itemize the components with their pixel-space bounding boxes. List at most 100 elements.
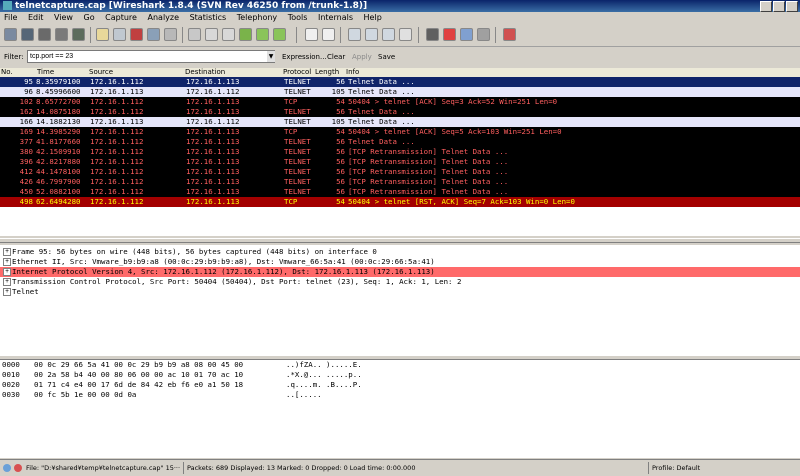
packet-row[interactable]: 412 44.1478100 172.16.1.112 172.16.1.113 TEL… bbox=[0, 167, 800, 177]
auto-scroll-icon[interactable] bbox=[322, 28, 335, 41]
menu-tools[interactable]: Tools bbox=[288, 13, 308, 22]
packet-info: 50404 > telnet [RST, ACK] Seq=7 Ack=103 … bbox=[348, 197, 575, 206]
detail-row[interactable]: + Transmission Control Protocol, Src Port… bbox=[0, 277, 800, 287]
close-button[interactable] bbox=[786, 1, 798, 12]
menu-view[interactable]: View bbox=[54, 13, 73, 22]
close-file-icon[interactable] bbox=[130, 28, 143, 41]
status-profile[interactable]: Profile: Default bbox=[652, 460, 700, 476]
column-header-info[interactable]: Info bbox=[346, 68, 359, 77]
packet-row[interactable]: 95 8.35979100 172.16.1.112 172.16.1.113 TELN… bbox=[0, 77, 800, 87]
packet-row[interactable]: 450 52.0882100 172.16.1.112 172.16.1.113 TEL… bbox=[0, 187, 800, 197]
column-header-protocol[interactable]: Protocol bbox=[283, 68, 311, 77]
menu-file[interactable]: File bbox=[4, 13, 17, 22]
packet-info: [TCP Retransmission] Telnet Data ... bbox=[348, 157, 509, 166]
hex-ascii: ..[..... bbox=[286, 390, 322, 399]
column-header-no[interactable]: No. bbox=[1, 68, 13, 77]
open-file-icon[interactable] bbox=[96, 28, 109, 41]
reload-icon[interactable] bbox=[147, 28, 160, 41]
packet-no: 169 bbox=[19, 127, 33, 136]
go-forward-icon[interactable] bbox=[222, 28, 235, 41]
packet-row[interactable]: 377 41.8177660 172.16.1.112 172.16.1.113 TEL… bbox=[0, 137, 800, 147]
detail-row[interactable]: + Frame 95: 56 bytes on wire (448 bits), … bbox=[0, 247, 800, 257]
detail-text: Transmission Control Protocol, Src Port:… bbox=[12, 277, 462, 286]
column-header-source[interactable]: Source bbox=[89, 68, 113, 77]
preferences-icon[interactable] bbox=[477, 28, 490, 41]
expand-icon[interactable]: + bbox=[3, 258, 11, 266]
go-to-packet-icon[interactable] bbox=[239, 28, 252, 41]
packet-protocol: TELNET bbox=[284, 177, 311, 186]
packet-row[interactable]: 169 14.3985290 172.16.1.112 172.16.1.113 TCP… bbox=[0, 127, 800, 137]
packet-protocol: TELNET bbox=[284, 147, 311, 156]
packet-protocol: TCP bbox=[284, 97, 298, 106]
options-icon[interactable] bbox=[21, 28, 34, 41]
interfaces-icon[interactable] bbox=[4, 28, 17, 41]
menu-go[interactable]: Go bbox=[84, 13, 95, 22]
packet-source: 172.16.1.112 bbox=[90, 127, 144, 136]
column-header-time[interactable]: Time bbox=[37, 68, 54, 77]
detail-row[interactable]: + Telnet bbox=[0, 287, 800, 297]
coloring-rules-icon[interactable] bbox=[460, 28, 473, 41]
menu-internals[interactable]: Internals bbox=[318, 13, 353, 22]
expand-icon[interactable]: + bbox=[3, 288, 11, 296]
zoom-in-icon[interactable] bbox=[348, 28, 361, 41]
colorize-icon[interactable] bbox=[305, 28, 318, 41]
resize-columns-icon[interactable] bbox=[399, 28, 412, 41]
packet-protocol: TELNET bbox=[284, 107, 311, 116]
stop-capture-icon[interactable] bbox=[55, 28, 68, 41]
zoom-out-icon[interactable] bbox=[365, 28, 378, 41]
packet-row[interactable]: 396 42.8217880 172.16.1.112 172.16.1.113 TEL… bbox=[0, 157, 800, 167]
expand-icon[interactable]: + bbox=[3, 268, 11, 276]
go-first-icon[interactable] bbox=[256, 28, 269, 41]
packet-info: [TCP Retransmission] Telnet Data ... bbox=[348, 167, 509, 176]
capture-comments-icon[interactable] bbox=[14, 464, 22, 472]
hex-offset: 0030 bbox=[2, 390, 20, 399]
packet-info: [TCP Retransmission] Telnet Data ... bbox=[348, 147, 509, 156]
expand-icon[interactable]: + bbox=[3, 248, 11, 256]
capture-filters-icon[interactable] bbox=[426, 28, 439, 41]
menu-capture[interactable]: Capture bbox=[105, 13, 137, 22]
go-back-icon[interactable] bbox=[205, 28, 218, 41]
hex-bytes: 00 fc 5b 1e 00 00 0d 0a bbox=[34, 390, 137, 399]
expand-icon[interactable]: + bbox=[3, 278, 11, 286]
start-capture-icon[interactable] bbox=[38, 28, 51, 41]
detail-row[interactable]: + Internet Protocol Version 4, Src: 172.1… bbox=[0, 267, 800, 277]
packet-row[interactable]: 96 8.45996600 172.16.1.113 172.16.1.112 TELN… bbox=[0, 87, 800, 97]
packet-row[interactable]: 102 8.65772700 172.16.1.112 172.16.1.113 TCP… bbox=[0, 97, 800, 107]
display-filter-input[interactable]: tcp.port == 23 bbox=[27, 50, 275, 63]
packet-row[interactable]: 498 62.6494280 172.16.1.112 172.16.1.113 TCP… bbox=[0, 197, 800, 207]
menu-edit[interactable]: Edit bbox=[28, 13, 44, 22]
go-last-icon[interactable] bbox=[273, 28, 286, 41]
save-file-icon[interactable] bbox=[113, 28, 126, 41]
maximize-button[interactable] bbox=[773, 1, 785, 12]
filter-dropdown-icon[interactable]: ▼ bbox=[267, 51, 275, 62]
menu-telephony[interactable]: Telephony bbox=[237, 13, 277, 22]
menu-bar: File Edit View Go Capture Analyze Statis… bbox=[0, 12, 800, 24]
column-header-length[interactable]: Length bbox=[315, 68, 339, 77]
packet-time: 8.45996600 bbox=[36, 87, 81, 96]
apply-button[interactable]: Apply bbox=[352, 46, 372, 68]
save-button[interactable]: Save bbox=[378, 46, 395, 68]
packet-row[interactable]: 380 42.1509910 172.16.1.112 172.16.1.113 TEL… bbox=[0, 147, 800, 157]
zoom-normal-icon[interactable] bbox=[382, 28, 395, 41]
packet-row[interactable]: 426 46.7997900 172.16.1.112 172.16.1.113 TEL… bbox=[0, 177, 800, 187]
packet-row[interactable]: 166 14.1882130 172.16.1.113 172.16.1.112 TEL… bbox=[0, 117, 800, 127]
menu-statistics[interactable]: Statistics bbox=[190, 13, 227, 22]
display-filters-icon[interactable] bbox=[443, 28, 456, 41]
menu-analyze[interactable]: Analyze bbox=[148, 13, 180, 22]
minimize-button[interactable] bbox=[760, 1, 772, 12]
column-header-destination[interactable]: Destination bbox=[185, 68, 225, 77]
restart-capture-icon[interactable] bbox=[72, 28, 85, 41]
pane-splitter[interactable] bbox=[0, 238, 800, 243]
help-icon[interactable] bbox=[503, 28, 516, 41]
clear-button[interactable]: Clear bbox=[327, 46, 345, 68]
menu-help[interactable]: Help bbox=[364, 13, 382, 22]
expression-button[interactable]: Expression... bbox=[282, 46, 327, 68]
packet-destination: 172.16.1.113 bbox=[186, 167, 240, 176]
packet-bytes-pane: 0000 00 0c 29 66 5a 41 00 0c 29 b9 b9 a8 … bbox=[0, 360, 800, 458]
packet-list: 95 8.35979100 172.16.1.112 172.16.1.113 TELN… bbox=[0, 77, 800, 236]
expert-info-icon[interactable] bbox=[3, 464, 11, 472]
packet-row[interactable]: 162 14.0875180 172.16.1.112 172.16.1.113 TEL… bbox=[0, 107, 800, 117]
find-packet-icon[interactable] bbox=[188, 28, 201, 41]
print-icon[interactable] bbox=[164, 28, 177, 41]
detail-row[interactable]: + Ethernet II, Src: Vmware_b9:b9:a8 (00:0… bbox=[0, 257, 800, 267]
